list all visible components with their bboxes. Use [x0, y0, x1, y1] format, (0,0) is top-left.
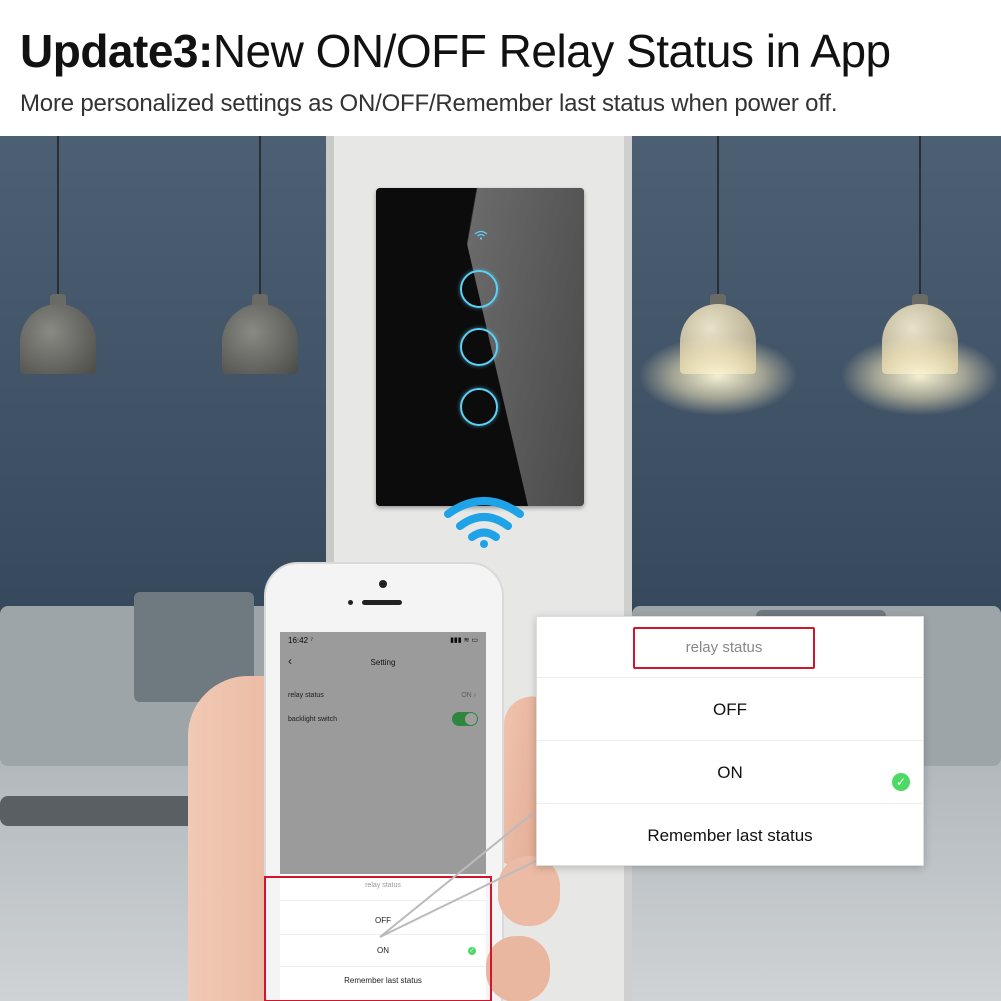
header: Update3:New ON/OFF Relay Status in App M… — [0, 0, 1001, 136]
hand-finger — [486, 936, 550, 1001]
phone-sensor — [348, 600, 353, 605]
pendant-lamp-off — [20, 304, 96, 374]
phone-speaker — [362, 600, 402, 605]
popup-option-off[interactable]: OFF — [537, 700, 923, 720]
hand-finger — [498, 856, 560, 926]
divider — [537, 803, 923, 804]
lamp-cord — [919, 136, 921, 298]
table — [0, 796, 200, 826]
lamp-cord — [259, 136, 261, 298]
pendant-lamp-off — [222, 304, 298, 374]
divider — [537, 677, 923, 678]
room-scene: 16:42 ⁷ ▮▮▮ ≋ ▭ ‹ Setting relay status O… — [0, 136, 1001, 1001]
relay-status-popup: relay status OFF ON ✓ Remember last stat… — [536, 616, 924, 866]
highlight-box — [264, 876, 492, 1001]
switch-wifi-icon — [474, 230, 488, 240]
popup-option-on[interactable]: ON — [537, 763, 923, 783]
divider — [537, 740, 923, 741]
lamp-glow — [840, 336, 1000, 416]
check-icon: ✓ — [892, 773, 910, 791]
lamp-glow — [638, 336, 798, 416]
phone-camera — [379, 580, 387, 588]
wall-shadow — [624, 136, 632, 1001]
touch-switch-panel — [376, 188, 584, 506]
lamp-cord — [57, 136, 59, 298]
wifi-signal-icon — [444, 497, 524, 548]
touch-button-2[interactable] — [460, 328, 498, 366]
popup-option-remember[interactable]: Remember last status — [537, 826, 923, 846]
touch-button-1[interactable] — [460, 270, 498, 308]
page-subtitle: More personalized settings as ON/OFF/Rem… — [20, 90, 838, 117]
popup-title: relay status — [633, 627, 815, 669]
page-title: Update3:New ON/OFF Relay Status in App — [20, 24, 891, 78]
title-bold: Update3: — [20, 25, 213, 77]
title-rest: New ON/OFF Relay Status in App — [212, 25, 891, 77]
touch-button-3[interactable] — [460, 388, 498, 426]
lamp-cord — [717, 136, 719, 298]
